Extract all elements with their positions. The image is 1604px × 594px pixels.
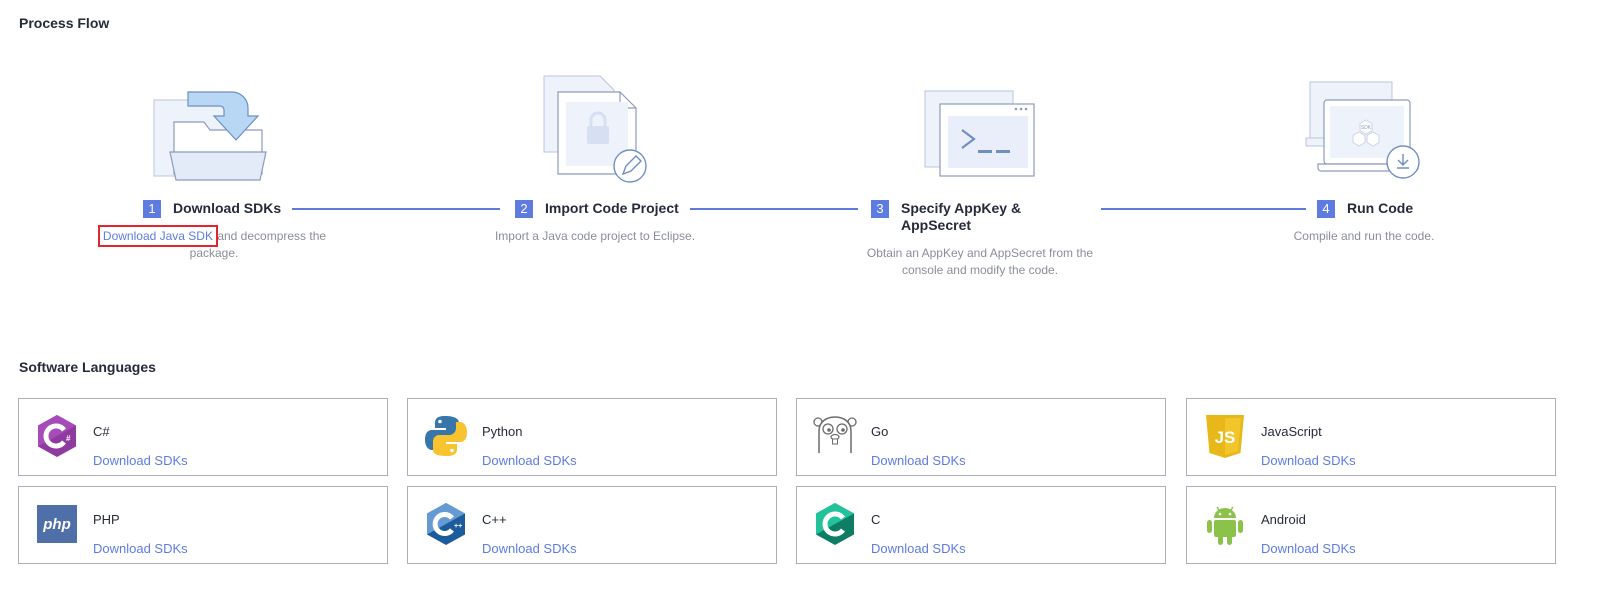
download-sdks-link[interactable]: Download SDKs [871,453,966,468]
go-gopher-icon [813,416,857,453]
download-sdks-link[interactable]: Download SDKs [93,453,188,468]
language-card-c: C Download SDKs [796,486,1166,564]
cplusplus-icon: ++ [427,503,465,545]
language-name: Go [871,424,889,439]
flow-connector [1101,208,1306,210]
language-name: C# [93,424,110,439]
step-3-header: 3 Specify AppKey & AppSecret [863,200,1099,234]
step-number: 4 [1317,200,1335,218]
step-3-description: Obtain an AppKey and AppSecret from the … [866,246,1094,277]
language-card-go: Go Download SDKs [796,398,1166,476]
svg-text:++: ++ [454,523,462,530]
download-sdks-link[interactable]: Download SDKs [871,541,966,556]
javascript-icon: JS [1206,415,1244,458]
step-4-header: 4 Run Code [1309,200,1422,218]
flow-connector [292,208,500,210]
step-2-header: 2 Import Code Project [507,200,687,218]
download-sdks-link[interactable]: Download SDKs [1261,541,1356,556]
download-sdks-link[interactable]: Download SDKs [482,453,577,468]
language-name: C [871,512,881,527]
download-sdks-link[interactable]: Download SDKs [482,541,577,556]
language-card-javascript: JS JavaScript Download SDKs [1186,398,1556,476]
language-card-python: Python Download SDKs [407,398,777,476]
android-icon [1207,506,1243,545]
step-4-description: Compile and run the code. [1293,229,1435,243]
download-sdks-link[interactable]: Download SDKs [93,541,188,556]
process-flow-title: Process Flow [19,15,110,31]
step-1-header: 1 Download SDKs [135,200,290,218]
terminal-icon [924,90,1035,177]
step-number: 2 [515,200,533,218]
software-languages-title: Software Languages [19,359,156,375]
svg-text:JS: JS [1215,428,1236,447]
download-java-sdk-link[interactable]: Download Java SDK [97,225,218,247]
document-lock-icon [543,75,647,183]
language-name: Android [1261,512,1306,527]
flow-connector [690,208,858,210]
svg-text:php: php [42,516,71,533]
language-name: C++ [482,512,507,527]
folder-download-icon [153,91,267,181]
language-card-csharp: # C# Download SDKs [18,398,388,476]
step-label: Run Code [1347,200,1414,216]
language-name: Python [482,424,523,439]
step-2-description: Import a Java code project to Eclipse. [494,229,696,243]
step-1-description: Download Java SDK and decompress the pac… [96,225,332,262]
laptop-sdk-icon: SDK [1305,81,1420,179]
step-label: Import Code Project [545,200,679,216]
download-sdks-link[interactable]: Download SDKs [1261,453,1356,468]
svg-text:#: # [66,434,71,443]
python-icon [425,416,467,456]
step-label: Download SDKs [173,200,282,216]
csharp-icon: # [38,415,76,457]
sdk-badge-text: SDK [1361,125,1372,131]
step-number: 1 [143,200,161,218]
step-label: Specify AppKey & AppSecret [901,200,1022,233]
language-card-php: php PHP Download SDKs [18,486,388,564]
php-icon: php [37,505,77,543]
language-card-android: Android Download SDKs [1186,486,1556,564]
language-name: JavaScript [1261,424,1322,439]
step-number: 3 [871,200,889,218]
c-icon [816,503,854,545]
language-card-cplusplus: ++ C++ Download SDKs [407,486,777,564]
language-name: PHP [93,512,120,527]
